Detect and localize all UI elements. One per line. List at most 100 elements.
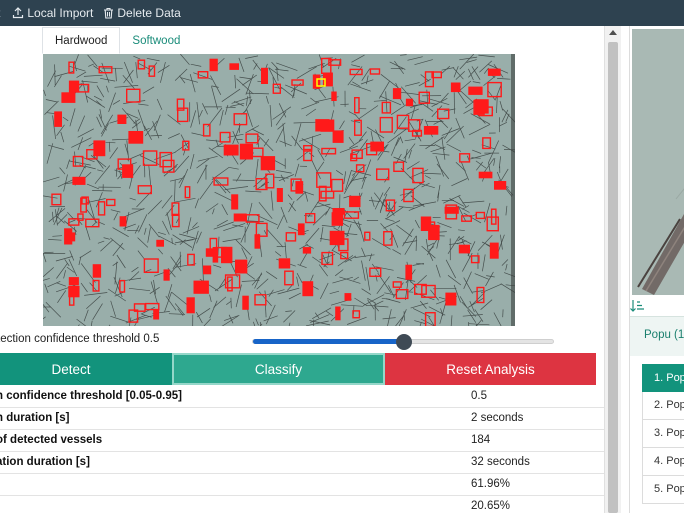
detection-box [331,91,337,102]
detection-image[interactable] [43,54,515,326]
row-label: n confidence threshold [0.05-0.95] [0,390,182,402]
detection-box [223,144,239,156]
confidence-label: tection confidence threshold 0.5 [0,333,160,345]
list-item[interactable]: 2. Pop [642,392,684,420]
tab-hardwood[interactable]: Hardwood [42,27,121,54]
detection-box [229,63,240,70]
detection-box [254,234,261,249]
detection-box [489,242,499,259]
fiber-stroke [150,135,162,137]
fiber-stroke [105,141,116,144]
detection-box [468,86,483,95]
row-label: ation duration [s] [0,456,90,468]
detection-box [233,213,247,222]
detection-box [405,98,414,107]
detection-box [68,80,80,93]
detection-box [405,264,413,280]
wood-type-tabs: Hardwood Softwood [42,27,192,54]
confidence-slider-thumb[interactable] [396,334,412,350]
fiber-stroke [403,311,405,321]
detection-box [315,119,330,132]
trash-icon [104,7,114,19]
results-table: n confidence threshold [0.05-0.95] 0.5 n… [0,386,604,513]
table-row: 20.65% [0,496,604,513]
delete-data-button[interactable]: Delete Data [103,6,181,20]
detection-box [65,232,76,242]
vessel-preview-image [632,29,684,295]
detection-box [494,180,507,190]
detection-box [234,259,248,274]
row-label: of detected vessels [0,434,103,446]
list-item[interactable]: 3. Pop [642,420,684,448]
detection-box [335,306,341,321]
detection-box [420,216,432,231]
action-buttons: Detect Classify Reset Analysis [0,353,604,385]
detection-box [117,114,127,124]
detection-box [332,130,344,143]
table-row: n confidence threshold [0.05-0.95] 0.5 [0,386,604,408]
detection-box [276,187,283,202]
list-item[interactable]: 5. Pop [642,476,684,504]
row-value: 2 seconds [471,412,524,424]
main-scrollbar[interactable] [604,26,621,513]
detection-box [370,141,385,152]
detection-box [349,195,361,208]
detection-box [478,171,493,179]
detection-box [423,125,439,135]
row-label: n duration [s] [0,412,70,424]
row-value: 20.65% [471,500,511,512]
panel-divider[interactable] [621,26,630,513]
local-import-label: Local Import [27,6,94,20]
detection-box [474,99,489,114]
sort-icon[interactable] [630,299,646,313]
confidence-slider-row: tection confidence threshold 0.5 [0,328,604,352]
detection-box [93,140,106,157]
detection-box [163,269,170,281]
row-value: 184 [471,434,491,446]
image-right-border [511,54,515,326]
detection-box [220,246,233,264]
detection-overlay [43,54,515,326]
detection-box [72,176,86,185]
scrollbar-thumb[interactable] [608,42,618,513]
reset-analysis-button[interactable]: Reset Analysis [385,353,596,385]
detection-box [297,223,305,236]
detection-box [302,281,314,297]
detect-button[interactable]: Detect [0,353,172,385]
detection-box [68,285,80,298]
table-row: n duration [s] 2 seconds [0,408,604,430]
detection-box [156,239,165,247]
detection-box [344,293,352,301]
table-row: of detected vessels 184 [0,430,604,452]
local-import-button[interactable]: Local Import [12,6,93,20]
confidence-slider-track[interactable] [252,334,554,350]
side-panel: Popu (11 1. Pop 2. Pop 3. Pop 4. Pop 5. … [630,26,684,513]
detection-box [68,277,79,286]
detection-box [329,230,345,246]
row-value: 32 seconds [471,456,530,468]
main-panel: Hardwood Softwood tection confidence thr… [0,26,604,513]
detection-box [54,111,62,127]
delete-data-label: Delete Data [117,6,181,20]
scroll-up-arrow-icon[interactable] [609,30,617,35]
fiber-stroke [415,235,417,251]
detection-box [242,295,249,310]
list-item[interactable]: 1. Pop [642,364,684,392]
list-item[interactable]: 4. Pop [642,448,684,476]
tab-softwood[interactable]: Softwood [120,27,192,54]
table-row: ation duration [s] 32 seconds [0,452,604,474]
detection-box [302,247,312,254]
detection-box [202,265,212,275]
detection-box [278,258,291,269]
detection-box [209,58,218,72]
detection-box [186,297,195,314]
species-list: 1. Pop 2. Pop 3. Pop 4. Pop 5. Pop [642,364,684,504]
detection-box [445,292,457,306]
classify-button[interactable]: Classify [172,353,385,385]
row-value: 0.5 [471,390,487,402]
detection-box [92,264,102,278]
detection-box [61,92,76,103]
detection-box [487,68,501,76]
species-group-header[interactable]: Popu (11 [630,316,684,356]
detection-box [392,88,402,100]
